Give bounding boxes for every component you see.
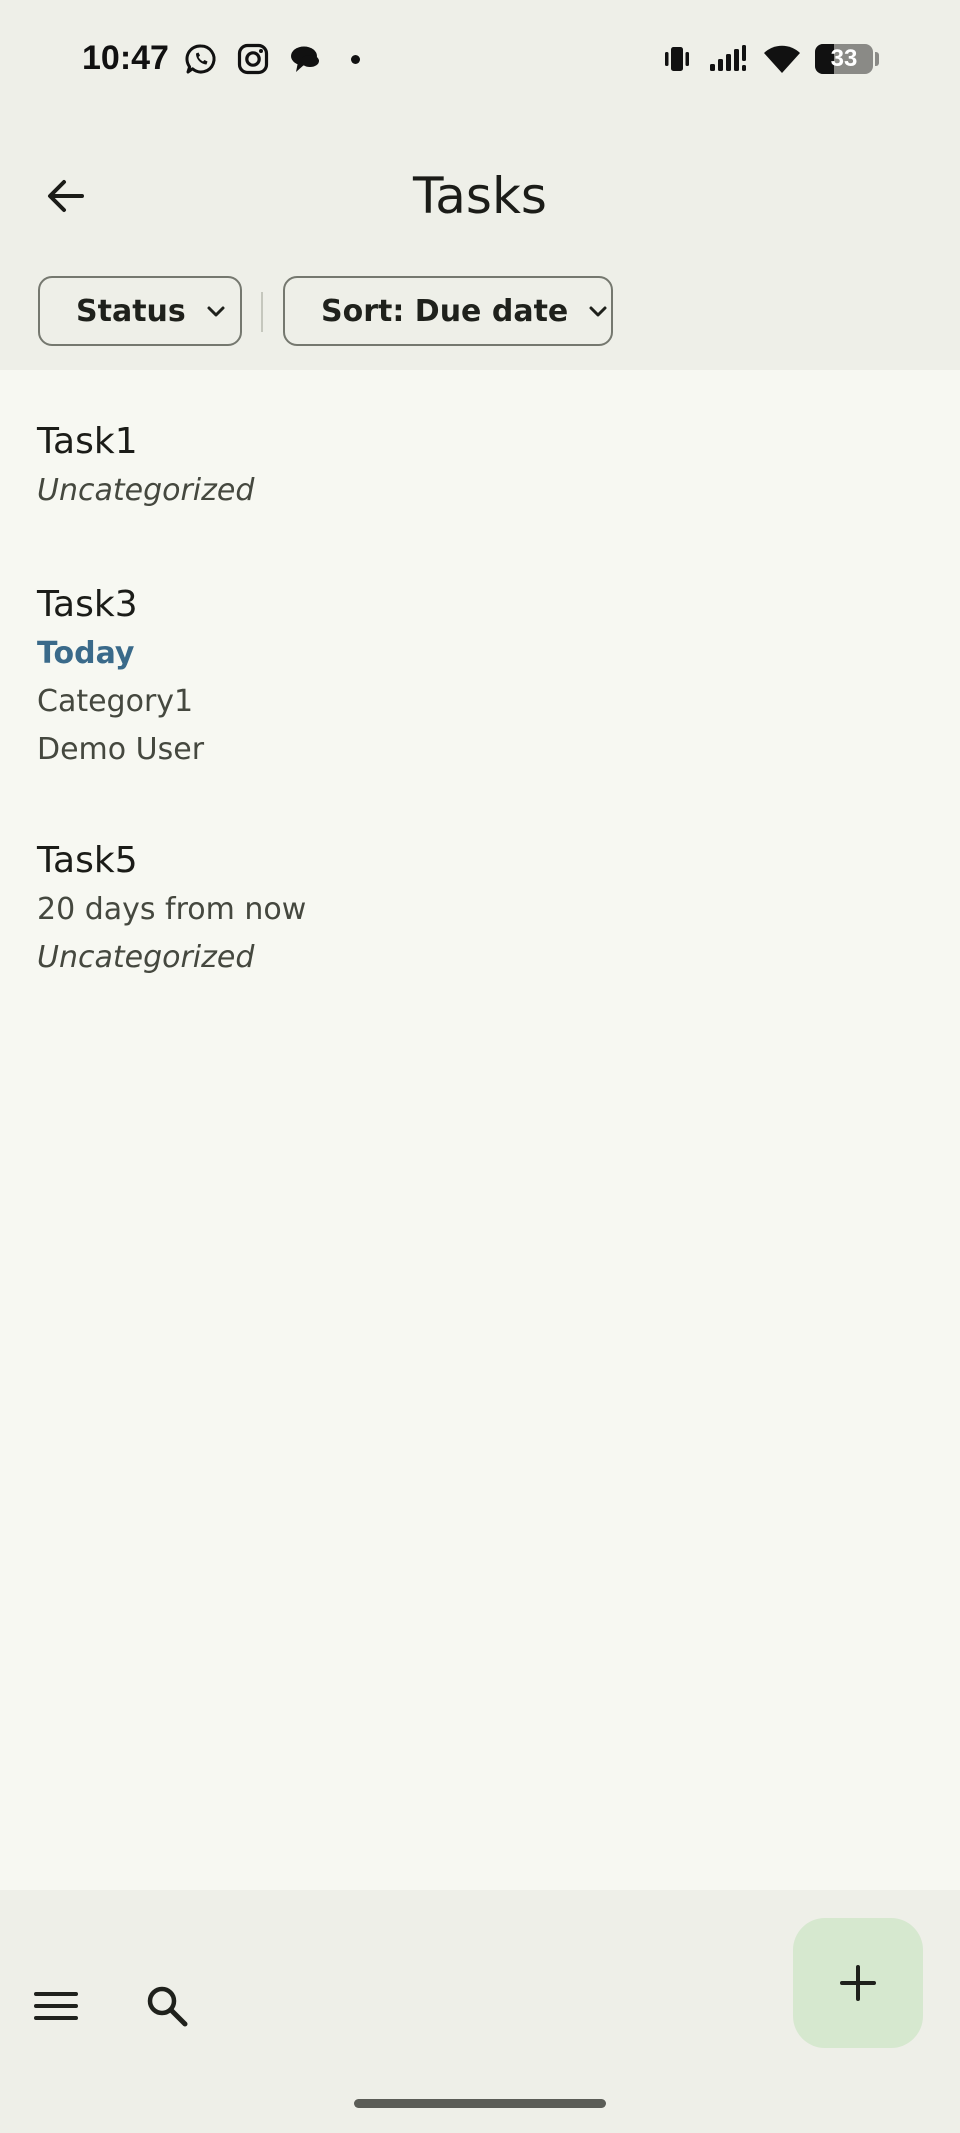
battery-tip bbox=[875, 52, 879, 66]
app-bar: Tasks Status Sort: Due date bbox=[0, 120, 960, 370]
sort-label: Sort: Due date bbox=[321, 293, 569, 329]
chevron-down-icon bbox=[204, 297, 228, 325]
menu-button[interactable] bbox=[20, 1970, 92, 2042]
signal-icon bbox=[710, 45, 746, 71]
battery-icon: 33 bbox=[815, 44, 873, 74]
sort-chip[interactable]: Sort: Due date bbox=[283, 276, 613, 346]
task-item-task3[interactable]: Task3 Today Category1 Demo User bbox=[0, 580, 960, 774]
search-icon bbox=[147, 1986, 188, 2027]
home-indicator[interactable] bbox=[354, 2099, 606, 2108]
task-title: Task1 bbox=[37, 421, 138, 462]
chip-divider bbox=[261, 292, 263, 332]
task-item-task5[interactable]: Task5 20 days from now Uncategorized bbox=[0, 836, 960, 982]
wifi-icon bbox=[764, 45, 800, 73]
plus-icon bbox=[840, 1965, 876, 2001]
chat-bubble-icon bbox=[291, 46, 319, 72]
task-due-date: Today bbox=[37, 636, 135, 671]
task-category: Uncategorized bbox=[37, 940, 255, 975]
task-title: Task3 bbox=[37, 584, 138, 625]
hamburger-menu-icon bbox=[34, 1992, 78, 2020]
search-button[interactable] bbox=[131, 1970, 203, 2042]
page-title: Tasks bbox=[413, 167, 547, 225]
instagram-icon bbox=[237, 43, 269, 75]
battery-percent: 33 bbox=[830, 45, 858, 72]
task-category: Uncategorized bbox=[37, 473, 255, 508]
chevron-down-icon bbox=[586, 297, 610, 325]
vibrate-icon bbox=[665, 47, 689, 71]
task-item-task1[interactable]: Task1 Uncategorized bbox=[0, 417, 960, 515]
whatsapp-icon bbox=[185, 44, 216, 74]
task-due-date: 20 days from now bbox=[37, 892, 307, 927]
add-task-button[interactable] bbox=[793, 1918, 923, 2048]
task-assignee: Demo User bbox=[37, 732, 205, 767]
status-bar: 10:47 33 bbox=[0, 0, 960, 120]
notification-dot bbox=[351, 55, 360, 64]
task-title: Task5 bbox=[37, 840, 138, 881]
bottom-app-bar bbox=[0, 1890, 960, 2133]
task-category: Category1 bbox=[37, 684, 194, 719]
status-filter-chip[interactable]: Status bbox=[38, 276, 242, 346]
status-time: 10:47 bbox=[82, 39, 169, 77]
status-filter-label: Status bbox=[76, 293, 186, 329]
